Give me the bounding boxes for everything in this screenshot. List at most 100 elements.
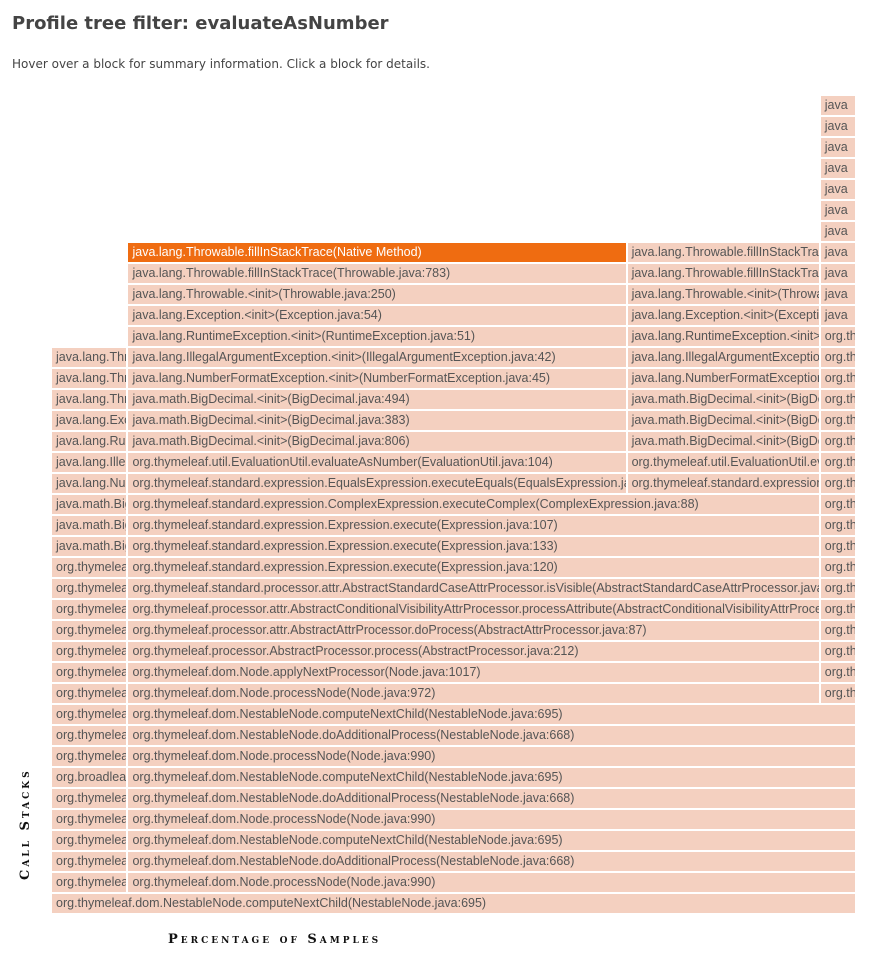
flame-block[interactable]: java — [820, 117, 855, 136]
flame-block[interactable]: java.math.BigDecimal.<init> — [52, 537, 127, 556]
flame-block[interactable]: org.thymeleaf.standard.expression.Expres… — [52, 558, 127, 577]
flame-block[interactable]: java — [820, 264, 855, 283]
flame-block[interactable]: java.math.BigDecimal.<init> — [52, 495, 127, 514]
flame-block[interactable]: java — [820, 159, 855, 178]
flame-block[interactable]: java.lang.Throwable.fillInStackTrace — [52, 369, 127, 388]
flame-block[interactable]: org.thymeleaf.processor.AbstractProcesso… — [820, 642, 855, 661]
flame-block[interactable]: java.lang.RuntimeException.<init>(Runtim… — [627, 327, 819, 346]
flame-block[interactable]: org.thymeleaf — [820, 474, 855, 493]
flame-block[interactable]: java.math.BigDecimal.<init>(BigDecimal.j… — [627, 390, 819, 409]
flame-block[interactable]: org.thymeleaf.dom.NestableNode.doAdditio… — [128, 789, 855, 808]
flame-block[interactable]: java.lang.RuntimeException.<init> — [52, 432, 127, 451]
flame-block[interactable]: org.thymeleaf — [820, 411, 855, 430]
flame-block[interactable]: org.thymeleaf.standard — [820, 537, 855, 556]
flame-block[interactable]: java.lang.Throwable.fillInStackTrace(Nat… — [128, 243, 626, 262]
flame-block[interactable]: org.thymeleaf.standard.expression.Equals… — [627, 474, 819, 493]
flame-block[interactable]: java.lang.IllegalArgumentException.<init… — [128, 348, 626, 367]
flame-block[interactable]: org.thymeleaf.processor.attr.AbstractCon… — [128, 600, 819, 619]
flame-block[interactable]: org.thymeleaf.processor.AbstractProcesso… — [52, 642, 127, 661]
flame-block[interactable]: org.thymeleaf.standard.expression.Equals… — [128, 474, 626, 493]
flame-block[interactable]: org.thymeleaf.dom.NestableNode.computeNe… — [128, 831, 855, 850]
flame-block[interactable]: java.lang.Exception.<init>(Exception.jav… — [128, 306, 626, 325]
flame-block[interactable]: org.thymeleaf.dom.NestableNode.computeNe… — [52, 831, 127, 850]
flame-block[interactable]: java.lang.Throwable.<init> — [52, 390, 127, 409]
flame-block[interactable]: java — [820, 285, 855, 304]
flame-block[interactable]: java.lang.IllegalArgumentException.<init… — [627, 348, 819, 367]
flame-block[interactable]: java.math.BigDecimal.<init> — [52, 516, 127, 535]
flame-block[interactable]: java.lang.Throwable.fillInStackTrace(Nat… — [627, 243, 819, 262]
flame-block[interactable]: java.math.BigDecimal.<init>(BigDecimal.j… — [128, 411, 626, 430]
flame-block[interactable]: org.thymeleaf.util.EvaluationUtil.evalua… — [128, 453, 626, 472]
flame-block[interactable]: java — [820, 222, 855, 241]
flame-block[interactable]: java — [820, 96, 855, 115]
flame-block[interactable]: org.thymeleaf — [820, 369, 855, 388]
flame-block[interactable]: org.thymeleaf.dom.Node.applyNextProcesso… — [128, 663, 819, 682]
flame-block[interactable]: java.lang.NumberFormatException.<init>(N… — [128, 369, 626, 388]
flame-block[interactable]: org.thymeleaf.dom.Node.applyNextProcesso… — [52, 663, 127, 682]
flame-block[interactable]: org.thymeleaf.dom.Node.processNode(Node.… — [128, 810, 855, 829]
flame-block[interactable]: java — [820, 138, 855, 157]
flame-block[interactable]: java.lang.NumberFormatException.<init>(N… — [627, 369, 819, 388]
flame-block[interactable]: org.thymeleaf.standard — [820, 495, 855, 514]
flame-block[interactable]: java.math.BigDecimal.<init>(BigDecimal.j… — [627, 432, 819, 451]
flame-block[interactable]: java.lang.RuntimeException.<init>(Runtim… — [128, 327, 626, 346]
flame-block[interactable]: org.thymeleaf.dom.Node.processNode(Node.… — [128, 684, 819, 703]
flame-block[interactable]: java — [820, 243, 855, 262]
flame-block[interactable]: org.thymeleaf.processor.attr — [820, 600, 855, 619]
flame-block[interactable]: org.thymeleaf.dom.NestableNode.computeNe… — [52, 705, 127, 724]
flame-block[interactable]: org.thymeleaf — [820, 432, 855, 451]
flame-block[interactable]: java.lang.Throwable.fillInStackTrace(Thr… — [627, 264, 819, 283]
flame-block[interactable]: org.thymeleaf.dom.Node.processNode(Node.… — [52, 810, 127, 829]
flame-block[interactable]: org.thymeleaf.standard.expression.Expres… — [128, 558, 819, 577]
flame-block[interactable]: org.thymeleaf.dom.Node.processNode(Node.… — [52, 873, 127, 892]
flame-block[interactable]: org.thymeleaf.processor.attr.AbstractAtt… — [52, 621, 127, 640]
flame-block[interactable]: java.lang.Exception.<init>(Exception.jav… — [627, 306, 819, 325]
flame-block[interactable]: org.thymeleaf.processor.attr.AbstractAtt… — [128, 621, 819, 640]
flame-block[interactable]: org.thymeleaf.dom.NestableNode.doAdditio… — [52, 852, 127, 871]
flame-block[interactable]: org.thymeleaf.util.EvaluationUtil.evalua… — [627, 453, 819, 472]
flame-block[interactable]: java.lang.NumberFormatException.<init> — [52, 474, 127, 493]
flame-block[interactable]: org.thymeleaf.standard.processor.attr.Ab… — [128, 579, 819, 598]
flame-block[interactable]: java.math.BigDecimal.<init>(BigDecimal.j… — [128, 432, 626, 451]
flame-block[interactable]: java.lang.Exception.<init> — [52, 411, 127, 430]
flame-block[interactable]: org.thymeleaf.dom.Node.processNode(Node.… — [52, 747, 127, 766]
flame-block[interactable]: java.math.BigDecimal.<init>(BigDecimal.j… — [128, 390, 626, 409]
flame-block[interactable]: org.thymeleaf.dom.NestableNode.computeNe… — [52, 894, 855, 913]
flame-block[interactable]: org.thymeleaf.dom.NestableNode.doAdditio… — [52, 726, 127, 745]
flame-block[interactable]: org.thymeleaf.dom.NestableNode.doAdditio… — [52, 789, 127, 808]
flame-block[interactable]: org.thymeleaf.processor.AbstractProcesso… — [128, 642, 819, 661]
flame-block[interactable]: java.math.BigDecimal.<init>(BigDecimal.j… — [627, 411, 819, 430]
flame-block[interactable]: org.broadleafcommerce.NestableNode.compu… — [52, 768, 127, 787]
flame-block[interactable]: org.thymeleaf.dom.NestableNode.computeNe… — [128, 705, 855, 724]
flame-block[interactable]: java — [820, 306, 855, 325]
flame-block[interactable]: java.lang.Throwable.<init>(Throwable.jav… — [128, 285, 626, 304]
flame-block[interactable]: org.thymeleaf.dom.Node.processNode(Node.… — [128, 873, 855, 892]
flame-block[interactable]: org.thymeleaf.dom.Node.applyNextProcesso… — [820, 663, 855, 682]
flame-block[interactable]: java.lang.Throwable.<init>(Throwable.jav… — [627, 285, 819, 304]
flame-block[interactable]: org.thymeleaf.processor.attr.AbstractCon… — [52, 600, 127, 619]
flame-block[interactable]: org.thymeleaf.processor.attr.AbstractAtt… — [820, 621, 855, 640]
flame-block[interactable]: org.thymeleaf.dom.Node.processNode — [820, 684, 855, 703]
flame-block[interactable]: org.thymeleaf.standard.expression.Comple… — [128, 495, 819, 514]
flame-block[interactable]: org.thymeleaf.standard — [820, 558, 855, 577]
flame-block[interactable]: java.lang.IllegalArgumentException.<init… — [52, 453, 127, 472]
flame-block[interactable]: org.thymeleaf — [820, 348, 855, 367]
flame-block[interactable]: org.thymeleaf.dom.Node.processNode(Node.… — [128, 747, 855, 766]
y-axis-label: Call Stacks — [18, 768, 33, 880]
flame-block[interactable]: org.thymeleaf.standard.expression.Expres… — [128, 516, 819, 535]
flame-block[interactable]: org.thymeleaf.standard — [820, 516, 855, 535]
flame-block[interactable]: org.thymeleaf.dom.NestableNode.doAdditio… — [128, 852, 855, 871]
flame-block[interactable]: org.thymeleaf.dom.NestableNode.doAdditio… — [128, 726, 855, 745]
flame-block[interactable]: org.thymeleaf — [820, 390, 855, 409]
flame-block[interactable]: java — [820, 180, 855, 199]
flame-block[interactable]: java — [820, 201, 855, 220]
flame-block[interactable]: org.thymeleaf.dom.Node.processNode(Node.… — [52, 684, 127, 703]
flame-block[interactable]: org.thymeleaf.standard.processor.attr — [52, 579, 127, 598]
flame-block[interactable]: org.thymeleaf — [820, 327, 855, 346]
flame-block[interactable]: org.thymeleaf — [820, 453, 855, 472]
flame-block[interactable]: java.lang.Throwable.fillInStackTrace — [52, 348, 127, 367]
flame-block[interactable]: org.thymeleaf.standard.expression.Expres… — [128, 537, 819, 556]
flame-block[interactable]: java.lang.Throwable.fillInStackTrace(Thr… — [128, 264, 626, 283]
flame-block[interactable]: org.thymeleaf.standard — [820, 579, 855, 598]
flame-block[interactable]: org.thymeleaf.dom.NestableNode.computeNe… — [128, 768, 855, 787]
